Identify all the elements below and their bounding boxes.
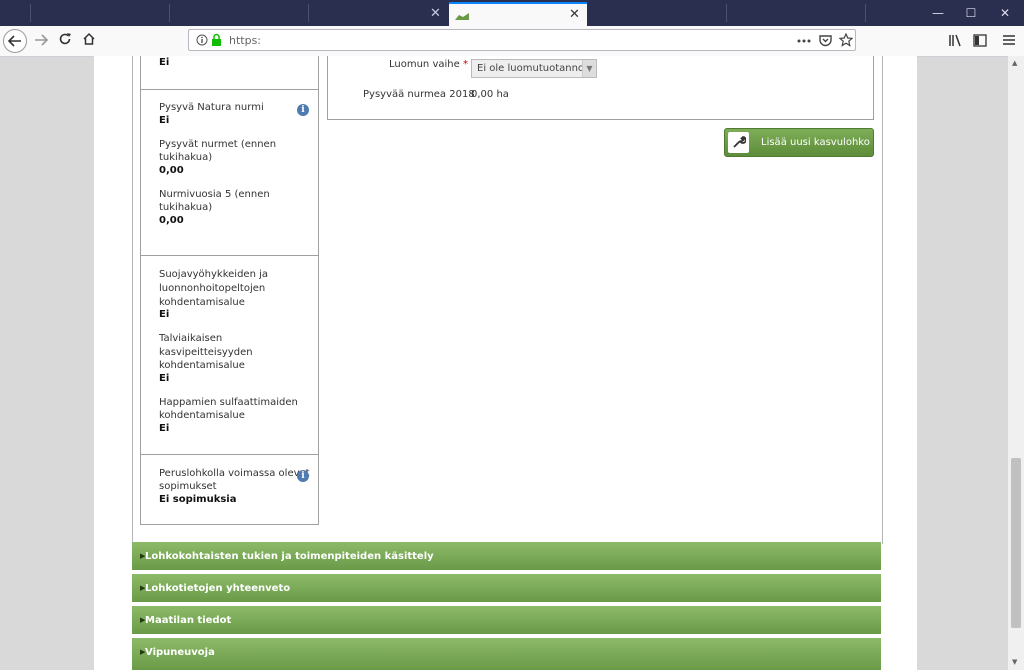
- home-icon: [83, 32, 95, 45]
- talvi-value: Ei: [159, 373, 170, 384]
- luomun-label-text: Luomun vaihe: [389, 59, 460, 70]
- forward-button[interactable]: [28, 28, 54, 54]
- add-kasvulohko-button[interactable]: Lisää uusi kasvulohko: [724, 128, 874, 157]
- scrollbar-thumb[interactable]: [1011, 458, 1021, 628]
- pocket-icon[interactable]: [819, 34, 832, 47]
- chevron-down-icon: ▼: [582, 60, 596, 77]
- luomun-label: Luomun vaihe *: [389, 59, 468, 70]
- talvi-label-2: kasvipeitteisyyden: [159, 347, 253, 358]
- sopimukset-label-1: Peruslohkolla voimassa olevat: [159, 468, 310, 479]
- info-icon[interactable]: [196, 34, 208, 46]
- pysyvat-value: 0,00: [159, 165, 184, 176]
- suoja-label-1: Suojavyöhykkeiden ja: [159, 269, 268, 280]
- nurmivuosia-label-1: Nurmivuosia 5 (ennen: [159, 189, 270, 200]
- happamien-value: Ei: [159, 423, 170, 434]
- pysyvaa-value: 0,00 ha: [471, 89, 509, 100]
- tab-separator: [169, 4, 170, 22]
- tab-close-icon[interactable]: ✕: [569, 8, 580, 22]
- accordion-label: Lohkokohtaisten tukien ja toimenpiteiden…: [145, 551, 434, 562]
- bookmark-star-icon[interactable]: [839, 33, 853, 47]
- page-actions-icon[interactable]: [797, 39, 811, 43]
- lock-icon[interactable]: [211, 33, 222, 46]
- info-icon[interactable]: i: [297, 470, 309, 482]
- maximize-button[interactable]: ☐: [956, 6, 986, 20]
- talvi-label-1: Talviaikaisen: [159, 333, 223, 344]
- add-button-label: Lisää uusi kasvulohko: [761, 137, 870, 148]
- tab-separator: [30, 4, 31, 22]
- reload-icon: [59, 33, 71, 45]
- suoja-label-2: luonnonhoitopeltojen: [159, 283, 266, 294]
- talvi-label-3: kohdentamisalue: [159, 360, 245, 371]
- site-favicon: [455, 13, 469, 20]
- natura-value: Ei: [159, 115, 170, 126]
- happamien-label-2: kohdentamisalue: [159, 410, 245, 421]
- accordion-label: Lohkotietojen yhteenveto: [145, 583, 291, 594]
- nurmivuosia-label-2: tukihakua): [159, 202, 213, 213]
- forward-arrow-icon: [35, 34, 49, 46]
- tab-separator: [726, 4, 727, 22]
- tab-inactive[interactable]: ✕: [310, 2, 448, 26]
- scroll-up-icon[interactable]: ▲: [1012, 59, 1017, 67]
- back-arrow-icon: [7, 35, 21, 47]
- accordion-vipuneuvoja[interactable]: ▶ Vipuneuvoja: [132, 638, 881, 670]
- wrench-icon: [728, 132, 749, 153]
- pysyvat-label-1: Pysyvät nurmet (ennen: [159, 139, 277, 150]
- required-marker: *: [462, 59, 468, 70]
- title-bar: ✕ ✕ — ☐ ✕: [0, 0, 1024, 26]
- tab-separator: [308, 4, 309, 22]
- sopimukset-value: Ei sopimuksia: [159, 494, 237, 505]
- pysyvat-label-2: tukihakua): [159, 152, 213, 163]
- luomun-vaihe-value: Ei ole luomutuotannossa: [477, 63, 597, 74]
- top-value: Ei: [159, 57, 170, 68]
- nurmivuosia-value: 0,00: [159, 215, 184, 226]
- accordion-label: Maatilan tiedot: [145, 615, 232, 626]
- home-button[interactable]: [76, 28, 102, 54]
- natura-label: Pysyvä Natura nurmi: [159, 102, 264, 113]
- tab-active[interactable]: ✕: [449, 2, 587, 26]
- back-button[interactable]: [3, 29, 27, 53]
- accordion-maatilan-tiedot[interactable]: ▶ Maatilan tiedot: [132, 606, 881, 636]
- url-bar[interactable]: https:: [188, 29, 856, 51]
- navigation-toolbar: https:: [0, 26, 1024, 57]
- suoja-label-3: kohdentamisalue: [159, 297, 245, 308]
- accordion-label: Vipuneuvoja: [145, 647, 215, 658]
- library-icon[interactable]: [948, 34, 962, 47]
- pysyvaa-label: Pysyvää nurmea 2018: [363, 89, 475, 100]
- tab-close-icon[interactable]: ✕: [430, 7, 441, 21]
- close-window-button[interactable]: ✕: [990, 6, 1020, 20]
- accordion-lohkokohtaiset[interactable]: ▶ Lohkokohtaisten tukien ja toimenpiteid…: [132, 542, 881, 572]
- happamien-label-1: Happamien sulfaattimaiden: [159, 397, 298, 408]
- tab-separator: [865, 4, 866, 22]
- url-text[interactable]: https:: [229, 34, 261, 47]
- minimize-button[interactable]: —: [923, 6, 953, 20]
- scroll-down-icon[interactable]: ▼: [1012, 658, 1017, 666]
- info-icon[interactable]: i: [297, 104, 309, 116]
- sopimukset-label-2: sopimukset: [159, 481, 217, 492]
- reload-button[interactable]: [52, 28, 78, 54]
- sidebar-icon[interactable]: [973, 34, 987, 47]
- luomun-vaihe-select[interactable]: Ei ole luomutuotannossa ▼: [471, 59, 597, 78]
- menu-icon[interactable]: [1002, 34, 1016, 46]
- suoja-value: Ei: [159, 309, 170, 320]
- accordion-yhteenveto[interactable]: ▶ Lohkotietojen yhteenveto: [132, 574, 881, 604]
- wrench-glyph: [732, 135, 747, 148]
